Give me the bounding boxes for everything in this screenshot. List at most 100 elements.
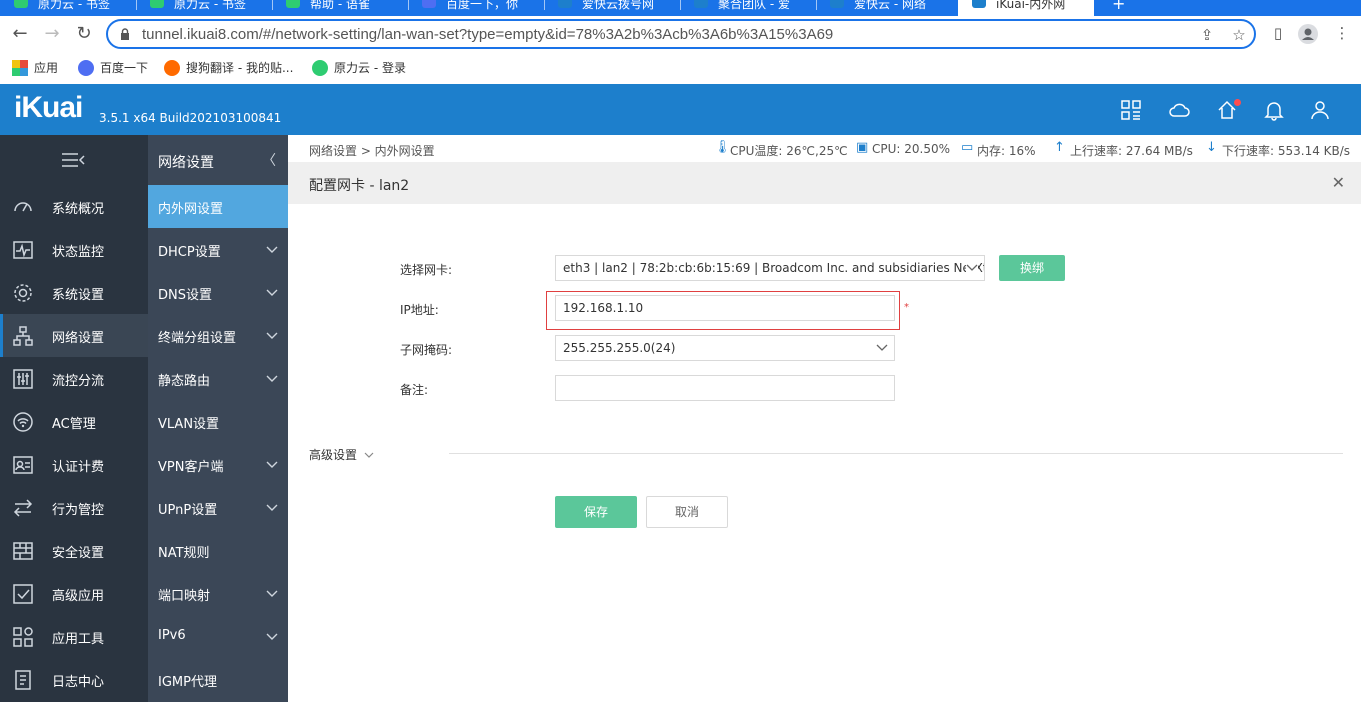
tools-icon [12, 626, 34, 648]
apps-grid-icon[interactable] [1120, 99, 1142, 121]
sub-nav-item[interactable]: UPnP设置 [148, 486, 288, 529]
bookmark-icon [78, 60, 94, 76]
sub-nav-item[interactable]: VLAN设置 [148, 400, 288, 443]
back-icon[interactable]: ← [8, 22, 32, 46]
main-nav-item[interactable]: 系统概况 [0, 185, 148, 228]
browser-tab-label: 爱快云 - 网络 [854, 0, 926, 11]
tab-separator [544, 0, 545, 10]
close-icon[interactable]: ✕ [1332, 173, 1345, 192]
main-nav-label: AC管理 [52, 417, 96, 432]
browser-tab[interactable]: 帮助 - 语雀 [272, 0, 408, 16]
sub-nav-item[interactable]: 静态路由 [148, 357, 288, 400]
browser-tab-label: 爱快云拨号网 [582, 0, 655, 11]
nic-select[interactable]: eth3 | lan2 | 78:2b:cb:6b:15:69 | Broadc… [555, 255, 985, 281]
main-nav-item[interactable]: 状态监控 [0, 228, 148, 271]
url-text[interactable]: tunnel.ikuai8.com/#/network-setting/lan-… [142, 26, 833, 43]
dashboard-icon [12, 196, 34, 218]
favicon-icon [286, 0, 300, 8]
save-button[interactable]: 保存 [555, 496, 637, 528]
advanced-settings-toggle[interactable]: 高级设置 [309, 446, 374, 463]
main-nav-label: 系统设置 [52, 288, 105, 303]
main-nav-item[interactable]: 流控分流 [0, 357, 148, 400]
forward-icon[interactable]: → [40, 22, 64, 46]
favicon-icon [558, 0, 572, 8]
bookmark-item[interactable]: 原力云 - 登录 [312, 59, 406, 77]
sub-nav-item[interactable]: DNS设置 [148, 271, 288, 314]
bookmark-item[interactable]: 应用 [12, 59, 58, 77]
browser-tab[interactable]: 原力云 - 书签 [0, 0, 136, 16]
firewall-icon [12, 540, 34, 562]
sub-nav-item[interactable]: VPN客户端 [148, 443, 288, 486]
sidebar-icon[interactable]: ▯ [1268, 24, 1288, 44]
bookmark-label: 搜狗翻译 - 我的贴... [186, 61, 294, 75]
new-tab-button[interactable]: + [1100, 0, 1130, 16]
browser-tab[interactable]: 爱快云 - 网络 [816, 0, 952, 16]
main-nav-label: 状态监控 [52, 245, 105, 260]
version-label: 3.5.1 x64 Build202103100841 [99, 111, 282, 125]
menu-icon[interactable]: ⋮ [1332, 24, 1352, 44]
log-icon [12, 669, 34, 691]
id-card-icon [12, 454, 34, 476]
reload-icon[interactable]: ↻ [72, 22, 96, 46]
main-nav-item[interactable]: 网络设置 [0, 314, 148, 357]
ip-label: IP地址: [400, 303, 439, 317]
bell-icon[interactable] [1263, 99, 1285, 121]
chevron-down-icon [876, 344, 888, 351]
checkbox-icon [12, 583, 34, 605]
bookmark-icon [164, 60, 180, 76]
sub-nav-item[interactable]: DHCP设置 [148, 228, 288, 271]
bookmark-item[interactable]: 百度一下 [78, 59, 148, 77]
sub-nav-item[interactable]: NAT规则 [148, 529, 288, 572]
sub-nav-label: 端口映射 [158, 589, 211, 604]
main-nav-item[interactable]: 认证计费 [0, 443, 148, 486]
main-nav-item[interactable]: 系统设置 [0, 271, 148, 314]
star-icon[interactable]: ☆ [1230, 26, 1248, 44]
panel-header: 配置网卡 - lan2 ✕ [288, 162, 1361, 204]
main-nav-item[interactable]: 应用工具 [0, 615, 148, 658]
ikuai-logo: iKuai [14, 91, 83, 124]
cpu-temp-stat: 🌡 CPU温度: 26℃,25℃ [714, 140, 848, 159]
sub-nav-label: DHCP设置 [158, 245, 221, 260]
main-nav-item[interactable]: 安全设置 [0, 529, 148, 572]
cloud-icon[interactable] [1168, 99, 1190, 121]
chevron-down-icon [364, 452, 374, 458]
ip-input[interactable]: 192.168.1.10 [555, 295, 895, 321]
browser-tab[interactable]: 原力云 - 书签 [136, 0, 272, 16]
main-nav-item[interactable]: AC管理 [0, 400, 148, 443]
chevron-down-icon [266, 329, 278, 341]
browser-tab[interactable]: 爱快云拨号网 [544, 0, 680, 16]
remark-input[interactable] [555, 375, 895, 401]
main-nav-item[interactable]: 日志中心 [0, 658, 148, 701]
sub-nav-item[interactable]: 终端分组设置 [148, 314, 288, 357]
browser-tab[interactable]: 聚合团队 - 爱 [680, 0, 816, 16]
main-nav-item[interactable]: 行为管控 [0, 486, 148, 529]
sub-nav-label: 内外网设置 [158, 202, 224, 217]
sub-nav-item[interactable]: IPv6 [148, 615, 288, 658]
share-icon[interactable]: ⇪ [1198, 26, 1216, 44]
chevron-down-icon [266, 501, 278, 513]
sub-nav-item[interactable]: IGMP代理 [148, 658, 288, 701]
download-stat: ↓ 下行速率: 553.14 KB/s [1206, 140, 1351, 159]
rebind-button[interactable]: 换绑 [999, 255, 1065, 281]
bookmarks-bar: 应用 百度一下 搜狗翻译 - 我的贴... 原力云 - 登录 [0, 52, 1361, 84]
browser-tab[interactable]: 百度一下，你 [408, 0, 544, 16]
address-bar[interactable]: tunnel.ikuai8.com/#/network-setting/lan-… [106, 19, 1256, 49]
bookmark-label: 原力云 - 登录 [334, 61, 406, 75]
upload-stat: ↑ 上行速率: 27.64 MB/s [1054, 140, 1193, 159]
mask-select[interactable]: 255.255.255.0(24) [555, 335, 895, 361]
bookmark-item[interactable]: 搜狗翻译 - 我的贴... [164, 59, 293, 77]
sub-nav-title[interactable]: 网络设置 〈 [148, 135, 288, 184]
sub-nav-item[interactable]: 内外网设置 [148, 185, 288, 228]
main-nav-item[interactable]: 高级应用 [0, 572, 148, 615]
sub-nav-item[interactable]: 端口映射 [148, 572, 288, 615]
browser-tab[interactable]: iKuai-内外网 [958, 0, 1094, 16]
profile-icon[interactable] [1298, 24, 1318, 44]
cpu-stat: ▣ CPU: 20.50% [856, 140, 951, 157]
advanced-settings-label: 高级设置 [309, 448, 358, 462]
wifi-icon [12, 411, 34, 433]
user-icon[interactable] [1309, 99, 1331, 121]
gear-icon [12, 282, 34, 304]
arrow-down-icon: ↓ [1206, 140, 1217, 155]
collapse-menu-button[interactable] [0, 135, 148, 184]
cancel-button[interactable]: 取消 [646, 496, 728, 528]
